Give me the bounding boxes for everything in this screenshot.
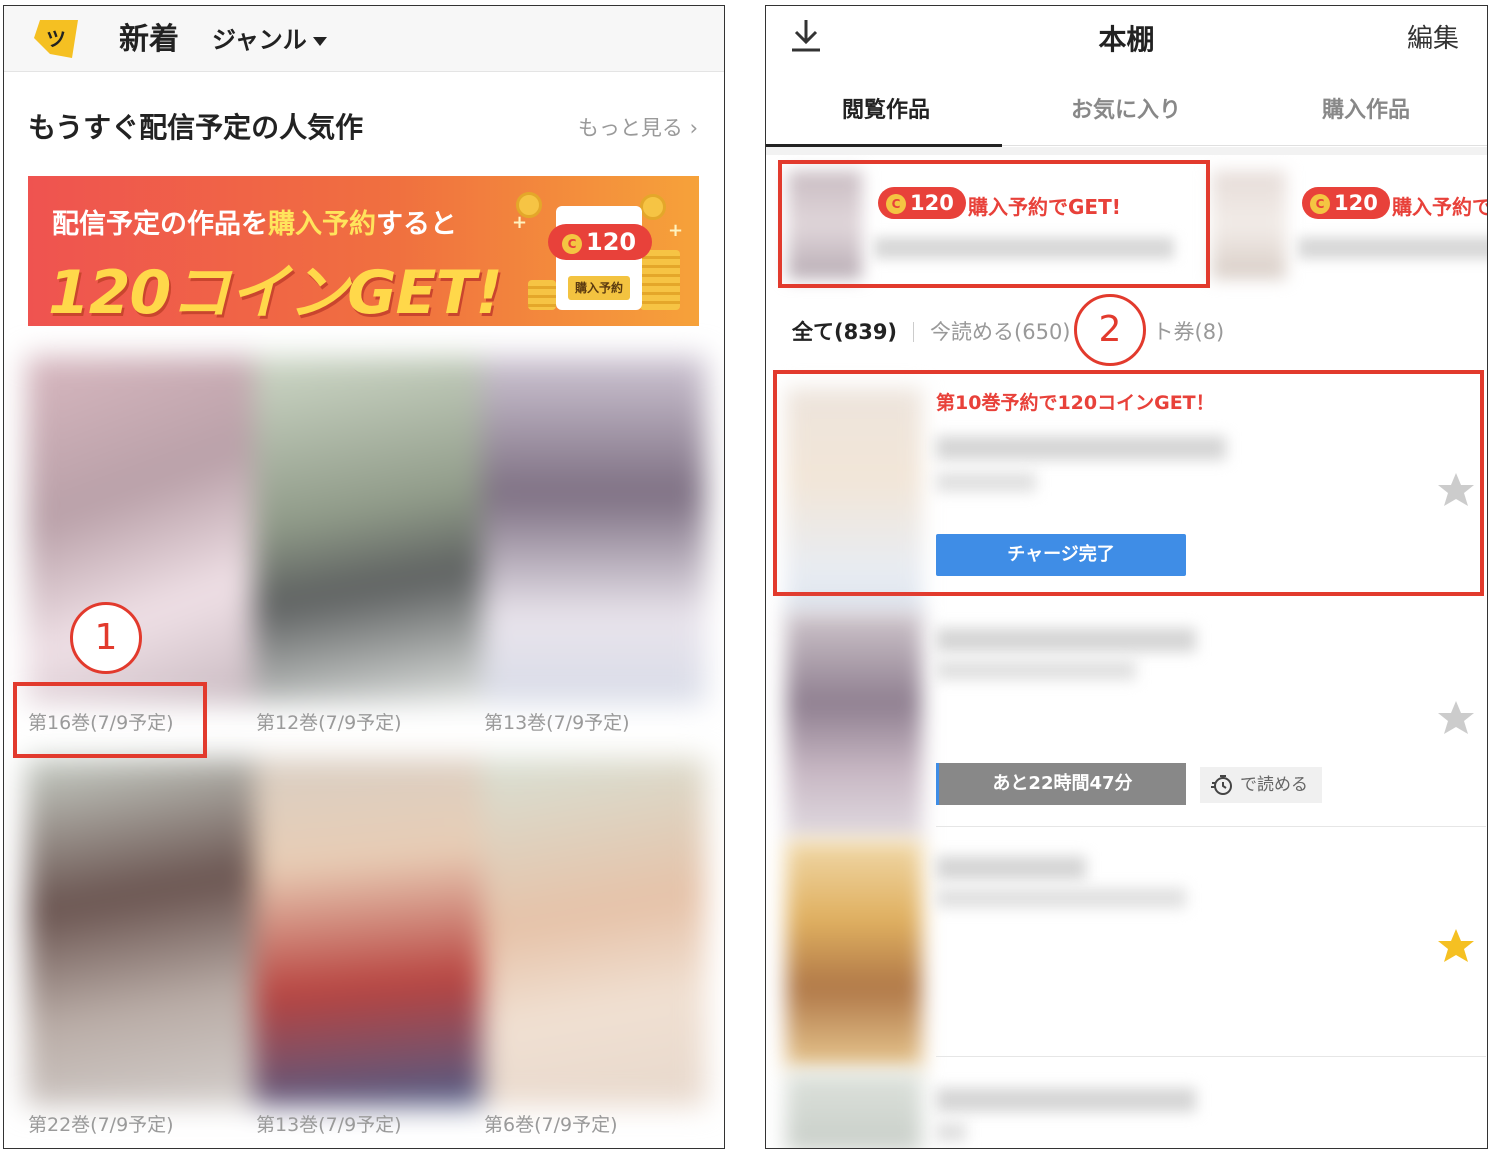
genre-label: ジャンル bbox=[212, 26, 307, 54]
chevron-down-icon bbox=[312, 36, 327, 46]
coin-icon: C bbox=[562, 234, 582, 254]
filter-readable[interactable]: 今読める(650) bbox=[930, 320, 1070, 344]
wait-free-label: で読める bbox=[1240, 775, 1308, 795]
comic-thumbnail[interactable] bbox=[482, 758, 706, 1106]
list-item[interactable] bbox=[786, 1072, 1486, 1148]
banner-highlight: 購入予約 bbox=[268, 209, 376, 240]
volume-label: 第13巻(7/9予定) bbox=[484, 712, 630, 734]
comic-thumbnail[interactable] bbox=[254, 356, 482, 704]
banner-headline: 120コインGET! bbox=[48, 258, 503, 326]
list-item[interactable] bbox=[786, 840, 1486, 1068]
page-title: 本棚 bbox=[1098, 23, 1155, 56]
tab-favorites[interactable]: お気に入り bbox=[1006, 92, 1246, 124]
see-more-label: もっと見る bbox=[577, 116, 683, 140]
comic-thumbnail[interactable] bbox=[482, 356, 706, 704]
star-icon[interactable] bbox=[1436, 698, 1476, 738]
coin-stack-icon bbox=[640, 250, 680, 310]
list-item[interactable] bbox=[786, 612, 1486, 840]
new-releases-screen: ツ 新着 ジャンル もうすぐ配信予定の人気作 もっと見る › 配信予定の作品を購… bbox=[3, 5, 725, 1149]
see-more-link[interactable]: もっと見る › bbox=[578, 112, 698, 142]
coin-pill: C 120 bbox=[1302, 187, 1390, 219]
filter-all[interactable]: 全て(839) bbox=[792, 320, 897, 344]
blurred-author bbox=[936, 888, 1186, 908]
row-divider bbox=[936, 826, 1486, 827]
blurred-author bbox=[936, 660, 1136, 680]
genre-dropdown[interactable]: ジャンル bbox=[212, 20, 327, 55]
edit-button[interactable]: 編集 bbox=[1407, 18, 1459, 55]
coin-icon: C bbox=[1310, 194, 1330, 214]
comic-cover bbox=[786, 612, 922, 840]
filter-bar: 全て(839) 今読める(650) ト券(8) bbox=[792, 316, 1224, 346]
wait-free-badge: で読める bbox=[1200, 767, 1322, 803]
highlight-box bbox=[13, 682, 207, 758]
logo-mark: ツ bbox=[46, 27, 66, 51]
highlight-box bbox=[773, 370, 1484, 596]
row-divider bbox=[936, 1056, 1486, 1057]
blurred-title bbox=[936, 856, 1086, 880]
blurred-title bbox=[936, 628, 1196, 652]
section-gap bbox=[766, 147, 1487, 155]
comic-thumbnail[interactable] bbox=[26, 356, 254, 704]
blurred-title bbox=[1298, 237, 1487, 259]
star-icon[interactable] bbox=[1436, 926, 1476, 966]
banner-text-a: 配信予定の作品を bbox=[52, 209, 268, 240]
comic-cover bbox=[786, 1072, 922, 1148]
banner-line1: 配信予定の作品を購入予約すると bbox=[52, 202, 457, 241]
comic-thumbnail[interactable] bbox=[26, 758, 254, 1106]
stopwatch-icon bbox=[1211, 775, 1232, 795]
sparkle-icon: + bbox=[668, 220, 684, 241]
comic-cover bbox=[786, 840, 922, 1068]
volume-label: 第22巻(7/9予定) bbox=[28, 1114, 174, 1136]
preorder-text: 購入予約でGET! bbox=[1392, 195, 1487, 219]
tab-purchased[interactable]: 購入作品 bbox=[1246, 92, 1486, 124]
coin-icon bbox=[640, 194, 666, 220]
coin-amount: 120 bbox=[1334, 191, 1378, 215]
volume-label: 第13巻(7/9予定) bbox=[256, 1114, 402, 1136]
coin-amount: 120 bbox=[586, 228, 637, 256]
comic-thumbnail bbox=[1212, 171, 1286, 279]
comic-thumbnail[interactable] bbox=[254, 758, 482, 1106]
app-logo-icon[interactable]: ツ bbox=[32, 16, 84, 62]
highlight-box bbox=[778, 160, 1210, 288]
filter-divider bbox=[913, 322, 915, 342]
annotation-marker: 1 bbox=[70, 602, 142, 674]
wait-timer: あと22時間47分 bbox=[936, 763, 1186, 805]
blurred-title bbox=[936, 1088, 1196, 1112]
top-header: ツ 新着 ジャンル bbox=[4, 6, 724, 72]
bookshelf-screen: 本棚 編集 閲覧作品 お気に入り 購入作品 C 120 購入予約でGET! C 12… bbox=[765, 5, 1488, 1149]
coin-icon bbox=[516, 192, 542, 218]
preorder-card[interactable]: C120 購入予約でGET! bbox=[1212, 171, 1487, 279]
chevron-right-icon: › bbox=[689, 116, 698, 140]
section-title: もうすぐ配信予定の人気作 bbox=[28, 111, 364, 144]
annotation-marker: 2 bbox=[1074, 294, 1146, 366]
coin-stack-icon bbox=[528, 280, 556, 310]
volume-label: 第6巻(7/9予定) bbox=[484, 1114, 618, 1136]
preorder-card-label: 購入予約 bbox=[568, 276, 630, 300]
coin-pill: C 120 bbox=[548, 224, 652, 260]
preorder-banner[interactable]: 配信予定の作品を購入予約すると 120コインGET! + + C 120 購入予約 bbox=[28, 176, 699, 326]
filter-ticket[interactable]: ト券(8) bbox=[1153, 320, 1225, 344]
tab-viewed[interactable]: 閲覧作品 bbox=[766, 92, 1006, 124]
page-title: 新着 bbox=[119, 22, 179, 57]
thumbnail-row-2[interactable] bbox=[26, 758, 706, 1106]
volume-label: 第12巻(7/9予定) bbox=[256, 712, 402, 734]
blurred-author bbox=[936, 1122, 966, 1142]
banner-text-b: すると bbox=[376, 209, 457, 240]
